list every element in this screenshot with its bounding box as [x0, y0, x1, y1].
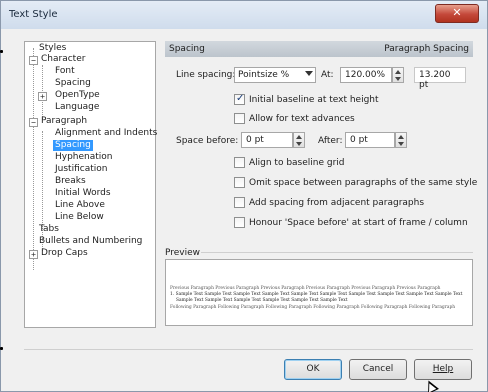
ok-button[interactable]: OK — [284, 359, 342, 380]
preview-label: Preview — [165, 248, 201, 258]
preview-sample-line-1: 1. Sample Text Sample Text Sample Text S… — [170, 292, 463, 297]
preview-previous-paragraph: Previous Paragraph Previous Paragraph Pr… — [170, 286, 441, 291]
allow-advances-checkbox[interactable] — [234, 113, 245, 124]
tree-connector — [33, 48, 34, 270]
line-spacing-select[interactable]: Pointsize % — [234, 67, 316, 83]
tree-item-styles[interactable]: Styles — [39, 43, 66, 54]
spin-down-icon[interactable] — [395, 77, 401, 81]
align-baseline-grid-label[interactable]: Align to baseline grid — [249, 158, 345, 168]
title-bar[interactable]: Text Style ✕ — [1, 1, 487, 29]
tree-item-hyphenation[interactable]: Hyphenation — [55, 152, 113, 163]
tree-item-justification[interactable]: Justification — [55, 164, 107, 175]
line-spacing-label: Line spacing: — [176, 70, 236, 80]
tree-item-breaks[interactable]: Breaks — [55, 176, 86, 187]
space-before-spinner[interactable] — [293, 132, 305, 148]
expand-icon[interactable]: + — [38, 92, 47, 101]
honour-space-before-checkbox[interactable] — [234, 217, 245, 228]
spin-down-icon[interactable] — [296, 142, 302, 146]
honour-space-before-label[interactable]: Honour 'Space before' at start of frame … — [249, 218, 468, 228]
tree-item-line-above[interactable]: Line Above — [55, 200, 105, 211]
space-after-label: After: — [318, 136, 343, 146]
style-category-tree[interactable]: Styles − Character Font Spacing + OpenTy… — [24, 41, 157, 328]
section-subtitle: Paragraph Spacing — [384, 44, 469, 54]
add-spacing-checkbox[interactable] — [234, 197, 245, 208]
close-button[interactable]: ✕ — [435, 4, 479, 23]
tree-item-paragraph[interactable]: Paragraph — [41, 116, 87, 127]
checkmark-icon: ✓ — [236, 93, 245, 104]
preview-divider — [201, 252, 473, 253]
at-label: At: — [321, 70, 334, 80]
preview-pane: Previous Paragraph Previous Paragraph Pr… — [165, 259, 473, 326]
spin-down-icon[interactable] — [398, 142, 404, 146]
chevron-down-icon — [305, 71, 313, 76]
cancel-button[interactable]: Cancel — [349, 359, 407, 380]
allow-advances-label[interactable]: Allow for text advances — [249, 114, 355, 124]
tree-item-alignment-indents[interactable]: Alignment and Indents — [55, 128, 157, 139]
preview-following-paragraph: Following Paragraph Following Paragraph … — [170, 305, 456, 310]
tree-item-tabs[interactable]: Tabs — [39, 224, 59, 235]
tree-item-font[interactable]: Font — [55, 66, 75, 77]
space-before-label: Space before: — [176, 136, 239, 146]
tree-item-bullets-numbering[interactable]: Bullets and Numbering — [39, 236, 142, 247]
collapse-icon[interactable]: − — [29, 118, 38, 127]
help-button[interactable]: Help — [414, 359, 472, 380]
help-button-label: Help — [432, 364, 454, 374]
spin-up-icon[interactable] — [398, 135, 404, 139]
space-before-field[interactable]: 0 pt — [241, 132, 293, 148]
tree-item-initial-words[interactable]: Initial Words — [55, 188, 111, 199]
tree-item-opentype[interactable]: OpenType — [55, 90, 100, 101]
tree-item-paragraph-spacing[interactable]: Spacing — [53, 140, 93, 151]
tree-item-line-below[interactable]: Line Below — [55, 212, 104, 223]
line-spacing-points-readout: 13.200 pt — [414, 67, 466, 90]
tree-item-character[interactable]: Character — [41, 54, 85, 65]
section-title: Spacing — [169, 44, 205, 54]
window-title: Text Style — [9, 9, 58, 20]
omit-space-label[interactable]: Omit space between paragraphs of the sam… — [249, 178, 477, 188]
tree-item-character-spacing[interactable]: Spacing — [55, 78, 91, 89]
line-spacing-select-value: Pointsize % — [238, 70, 290, 80]
omit-space-checkbox[interactable] — [234, 177, 245, 188]
expand-icon[interactable]: + — [29, 250, 38, 259]
collapse-icon[interactable]: − — [29, 56, 38, 65]
initial-baseline-checkbox[interactable]: ✓ — [234, 93, 245, 105]
edge-marker — [0, 347, 3, 350]
line-spacing-value-field[interactable]: 120.00% — [340, 67, 392, 83]
add-spacing-label[interactable]: Add spacing from adjacent paragraphs — [249, 198, 424, 208]
tree-item-language[interactable]: Language — [55, 102, 99, 113]
section-header: Spacing Paragraph Spacing — [165, 41, 473, 57]
space-after-spinner[interactable] — [395, 132, 407, 148]
edge-marker — [0, 50, 3, 53]
text-style-dialog: Text Style ✕ Styles − Character Font Spa… — [0, 0, 488, 392]
line-spacing-spinner[interactable] — [392, 67, 404, 83]
align-baseline-grid-checkbox[interactable] — [234, 157, 245, 168]
preview-sample-line-2: Sample Text Sample Text Sample Text Samp… — [176, 298, 348, 303]
spin-up-icon[interactable] — [296, 135, 302, 139]
button-separator — [24, 349, 473, 350]
spin-up-icon[interactable] — [395, 70, 401, 74]
close-icon: ✕ — [452, 6, 462, 19]
tree-item-drop-caps[interactable]: Drop Caps — [41, 248, 88, 259]
initial-baseline-label[interactable]: Initial baseline at text height — [249, 95, 379, 105]
space-after-field[interactable]: 0 pt — [345, 132, 395, 148]
